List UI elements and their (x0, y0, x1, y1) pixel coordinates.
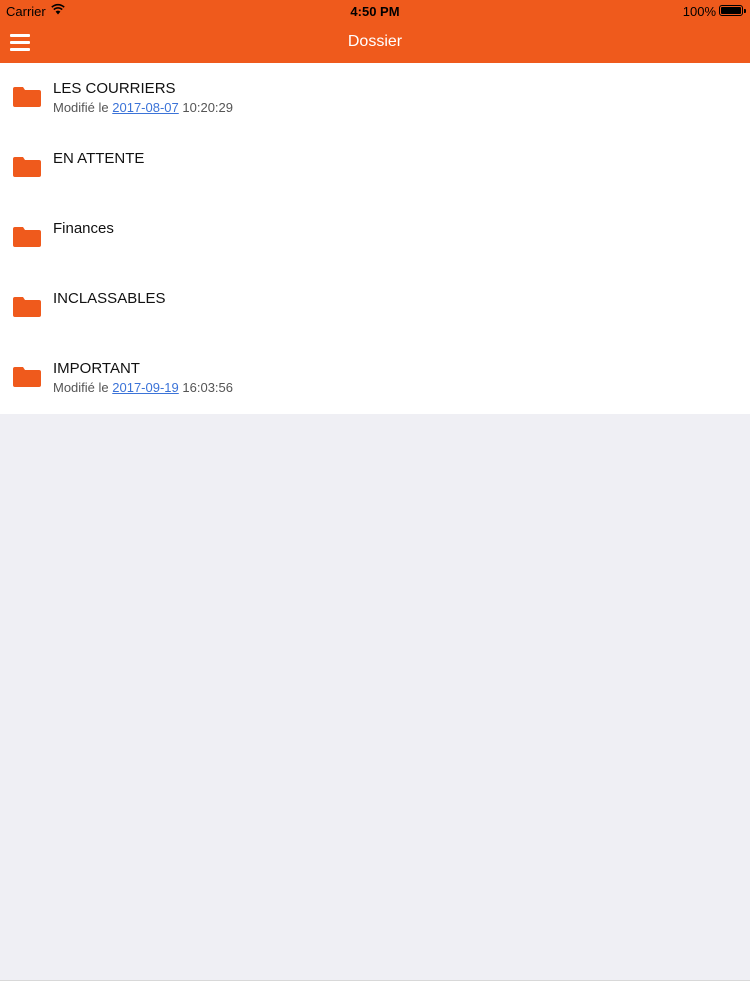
nav-bar: Dossier (0, 22, 750, 63)
modified-date-link[interactable]: 2017-09-19 (112, 380, 179, 395)
folder-icon (13, 367, 41, 387)
folder-icon (13, 297, 41, 317)
folder-modified: Modifié le 2017-08-07 10:20:29 (53, 100, 233, 115)
folder-row[interactable]: EN ATTENTE (0, 133, 750, 203)
bottom-bar (0, 980, 750, 1000)
battery-icon (719, 5, 746, 16)
folder-modified: Modifié le 2017-09-19 16:03:56 (53, 380, 233, 395)
folder-name: EN ATTENTE (53, 150, 145, 167)
folder-icon (13, 157, 41, 177)
folder-name: IMPORTANT (53, 360, 140, 377)
status-bar: Carrier 4:50 PM 100% (0, 0, 750, 22)
modified-prefix: Modifié le (53, 380, 109, 395)
page-title: Dossier (347, 33, 403, 50)
folder-icon (13, 227, 41, 247)
folder-name: INCLASSABLES (53, 290, 166, 307)
folder-row[interactable]: LES COURRIERS Modifié le 2017-08-07 10:2… (0, 63, 750, 133)
folder-row[interactable]: INCLASSABLES (0, 273, 750, 343)
modified-time: 16:03:56 (182, 380, 233, 395)
folder-name: LES COURRIERS (53, 80, 176, 97)
folder-row[interactable]: IMPORTANT Modifié le 2017-09-19 16:03:56 (0, 343, 750, 413)
folder-icon (13, 87, 41, 107)
clock: 4:50 PM (350, 4, 400, 19)
folder-list: LES COURRIERS Modifié le 2017-08-07 10:2… (0, 63, 750, 414)
folder-name: Finances (53, 220, 114, 237)
modified-time: 10:20:29 (182, 100, 233, 115)
modified-prefix: Modifié le (53, 100, 109, 115)
modified-date-link[interactable]: 2017-08-07 (112, 100, 179, 115)
battery-percentage: 100% (682, 4, 716, 19)
folder-row[interactable]: Finances (0, 203, 750, 273)
